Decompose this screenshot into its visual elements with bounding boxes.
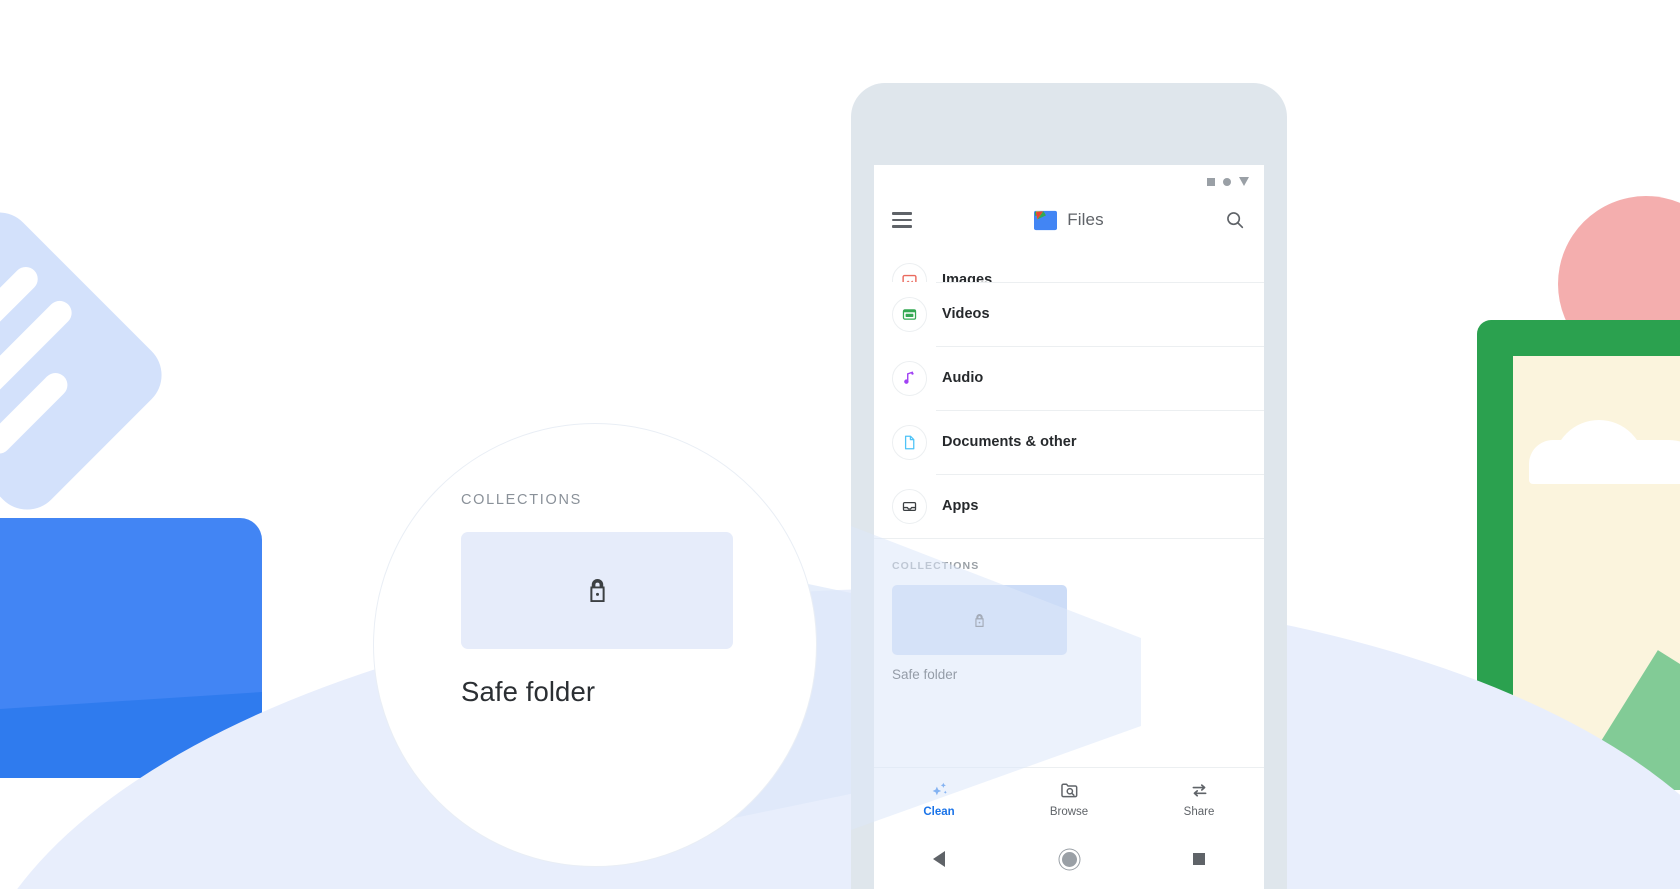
list-item-audio[interactable]: Audio [874, 346, 1264, 410]
magnified-safe-folder-title: Safe folder [461, 676, 596, 707]
list-item-label: Documents & other [942, 434, 1077, 450]
doc-line [0, 368, 73, 459]
triangle-back-icon [933, 851, 945, 867]
tab-label: Clean [923, 805, 955, 818]
app-bar-title: Files [1067, 210, 1104, 229]
lock-icon [975, 613, 984, 627]
tab-clean[interactable]: Clean [874, 780, 1004, 818]
list-item-label: Videos [942, 306, 990, 322]
list-item-label: Images [942, 272, 993, 282]
safe-folder-tile[interactable] [892, 585, 1067, 655]
magnified-collections-label: COLLECTIONS [461, 492, 583, 508]
browse-folder-search-icon [1060, 782, 1077, 797]
list-item-images[interactable]: Images [874, 248, 1264, 282]
recents-button[interactable] [1134, 853, 1264, 865]
magnifier-content: COLLECTIONS Safe folder [461, 492, 751, 708]
image-icon [892, 263, 927, 282]
app-bar-brand: Files [874, 209, 1264, 232]
list-item-apps[interactable]: Apps [874, 474, 1264, 538]
phone-mockup: Files Images Videos Audio Documents & ot… [851, 83, 1287, 889]
collections-section: COLLECTIONS Safe folder [874, 539, 1264, 682]
collections-label: COLLECTIONS [892, 560, 980, 572]
lock-icon [589, 578, 605, 603]
circle-home-icon [1061, 851, 1077, 867]
square-indicator-icon [1207, 177, 1215, 186]
circle-indicator-icon [1223, 177, 1231, 186]
document-decoration-icon [0, 198, 176, 524]
signal-triangle-icon [1239, 177, 1249, 186]
safe-folder-title: Safe folder [892, 667, 958, 682]
video-icon [892, 296, 927, 332]
status-bar [874, 165, 1264, 192]
share-arrows-icon [1192, 783, 1206, 797]
tab-share[interactable]: Share [1134, 780, 1264, 818]
magnified-safe-folder-tile[interactable] [461, 532, 733, 649]
app-bar: Files [874, 192, 1264, 248]
list-item-videos[interactable]: Videos [874, 282, 1264, 346]
apps-icon [892, 488, 927, 524]
document-icon [892, 424, 927, 460]
tab-label: Share [1183, 805, 1215, 818]
list-item-documents[interactable]: Documents & other [874, 410, 1264, 474]
magnifier-circle: COLLECTIONS Safe folder [373, 423, 817, 867]
promo-scene: COLLECTIONS Safe folder Files Images Vid… [0, 0, 1680, 889]
cloud-shape [1529, 420, 1680, 484]
list-item-label: Audio [942, 370, 984, 386]
square-recents-icon [1193, 853, 1205, 865]
bottom-navigation: Clean Browse Share [874, 767, 1264, 829]
audio-note-icon [892, 360, 927, 396]
phone-screen: Files Images Videos Audio Documents & ot… [874, 165, 1264, 889]
search-icon[interactable] [1224, 209, 1246, 231]
list-item-label: Apps [942, 498, 979, 514]
tab-browse[interactable]: Browse [1004, 780, 1134, 818]
android-system-nav [874, 829, 1264, 889]
sparkle-clean-icon [932, 782, 947, 795]
home-button[interactable] [1004, 851, 1134, 867]
file-category-list: Images Videos Audio Documents & other Ap… [874, 248, 1264, 538]
hamburger-menu-icon[interactable] [892, 212, 912, 228]
google-files-logo-icon [1034, 209, 1058, 232]
tab-label: Browse [1049, 805, 1089, 818]
back-button[interactable] [874, 851, 1004, 867]
